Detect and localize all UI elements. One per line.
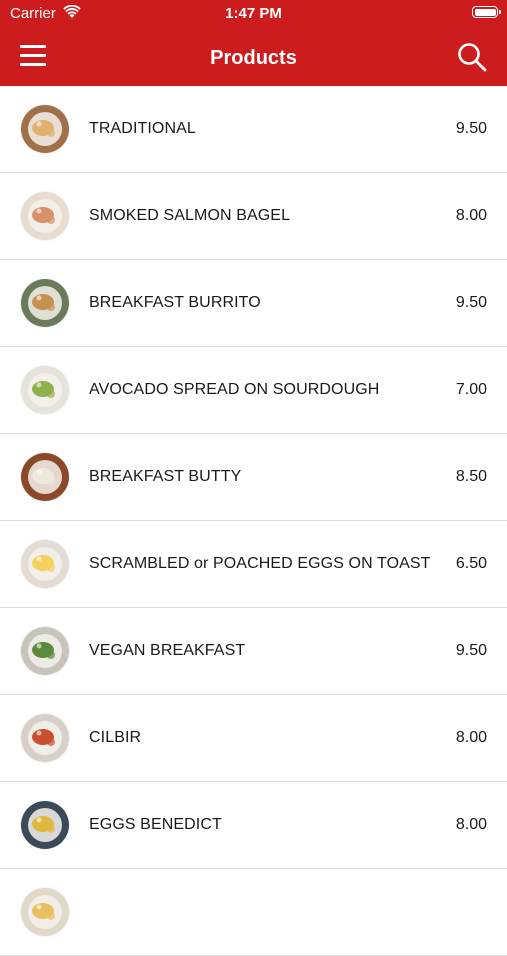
product-row[interactable]: AVOCADO SPREAD ON SOURDOUGH 7.00	[0, 347, 507, 434]
product-name: AVOCADO SPREAD ON SOURDOUGH	[89, 381, 380, 398]
product-price: 9.50	[455, 642, 487, 660]
product-image	[21, 540, 69, 588]
product-image	[21, 105, 69, 153]
product-image	[21, 453, 69, 501]
product-name: SCRAMBLED or POACHED EGGS ON TOAST	[89, 555, 431, 572]
navigation-bar: Products	[0, 28, 507, 86]
product-image	[21, 714, 69, 762]
product-row[interactable]: SCRAMBLED or POACHED EGGS ON TOAST 6.50	[0, 521, 507, 608]
product-list: TRADITIONAL 9.50 SMOKED SALMON BAGEL 8.00 BR…	[0, 86, 507, 956]
product-name: VEGAN BREAKFAST	[89, 642, 246, 659]
product-name: BREAKFAST BURRITO	[89, 294, 261, 311]
product-image	[21, 192, 69, 240]
header-bar: Carrier 1:47 PM Products	[0, 0, 507, 86]
product-price: 9.50	[455, 294, 487, 312]
product-row[interactable]: SMOKED SALMON BAGEL 8.00	[0, 173, 507, 260]
product-row[interactable]: EGGS BENEDICT 8.00	[0, 782, 507, 869]
product-price: 6.50	[455, 555, 487, 573]
product-name: SMOKED SALMON BAGEL	[89, 207, 291, 224]
product-price: 8.00	[455, 816, 487, 834]
search-icon[interactable]	[457, 42, 487, 72]
status-bar: Carrier 1:47 PM	[0, 0, 507, 28]
product-row[interactable]: BREAKFAST BUTTY 8.50	[0, 434, 507, 521]
product-row[interactable]: BREAKFAST BURRITO 9.50	[0, 260, 507, 347]
product-image	[21, 366, 69, 414]
product-image	[21, 801, 69, 849]
product-row[interactable]	[0, 869, 507, 956]
product-image	[21, 627, 69, 675]
product-price: 8.50	[455, 468, 487, 486]
product-price: 8.00	[455, 729, 487, 747]
product-price: 7.00	[455, 381, 487, 399]
product-image	[21, 279, 69, 327]
clock-time: 1:47 PM	[225, 5, 282, 22]
product-row[interactable]: CILBIR 8.00	[0, 695, 507, 782]
product-name: CILBIR	[89, 729, 142, 746]
product-name: BREAKFAST BUTTY	[89, 468, 242, 485]
page-title: Products	[210, 47, 297, 69]
product-row[interactable]: VEGAN BREAKFAST 9.50	[0, 608, 507, 695]
product-row[interactable]: TRADITIONAL 9.50	[0, 86, 507, 173]
battery-icon	[472, 6, 501, 18]
product-name: EGGS BENEDICT	[89, 816, 222, 833]
product-name: TRADITIONAL	[89, 120, 196, 137]
product-image	[21, 888, 69, 936]
product-price: 9.50	[455, 120, 487, 138]
product-price: 8.00	[455, 207, 487, 225]
